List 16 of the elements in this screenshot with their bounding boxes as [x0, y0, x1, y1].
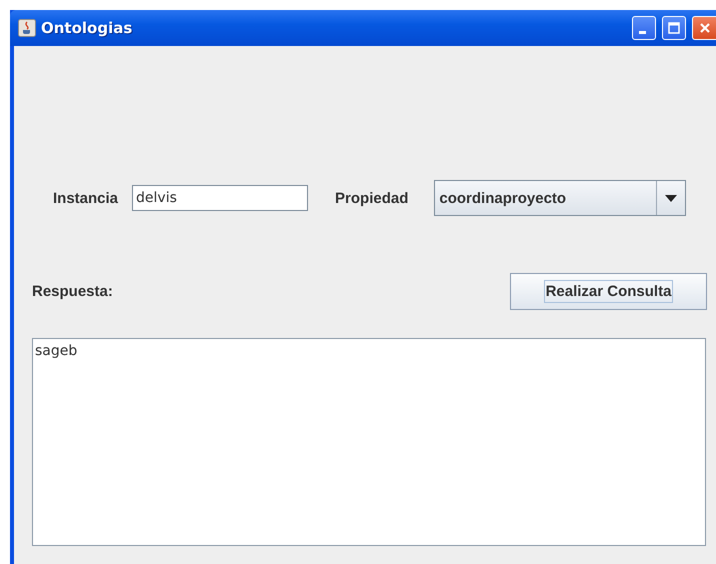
window-title: Ontologias [41, 19, 134, 37]
query-button[interactable]: Realizar Consulta [510, 273, 707, 310]
property-label: Propiedad [335, 190, 408, 206]
instance-field[interactable]: delvis [132, 185, 308, 211]
coffee-cup-icon [18, 19, 36, 37]
dropdown-arrow-icon [665, 194, 678, 202]
maximize-icon [668, 22, 680, 34]
answer-text-area[interactable]: sageb [32, 338, 706, 546]
property-dropdown[interactable]: coordinaproyecto [434, 180, 686, 216]
close-button[interactable] [692, 16, 716, 40]
minimize-button[interactable] [632, 16, 656, 40]
close-icon [698, 22, 710, 34]
instance-label: Instancia [53, 190, 118, 206]
maximize-button[interactable] [662, 16, 686, 40]
minimize-icon [639, 30, 646, 34]
answer-label: Respuesta: [32, 283, 113, 300]
